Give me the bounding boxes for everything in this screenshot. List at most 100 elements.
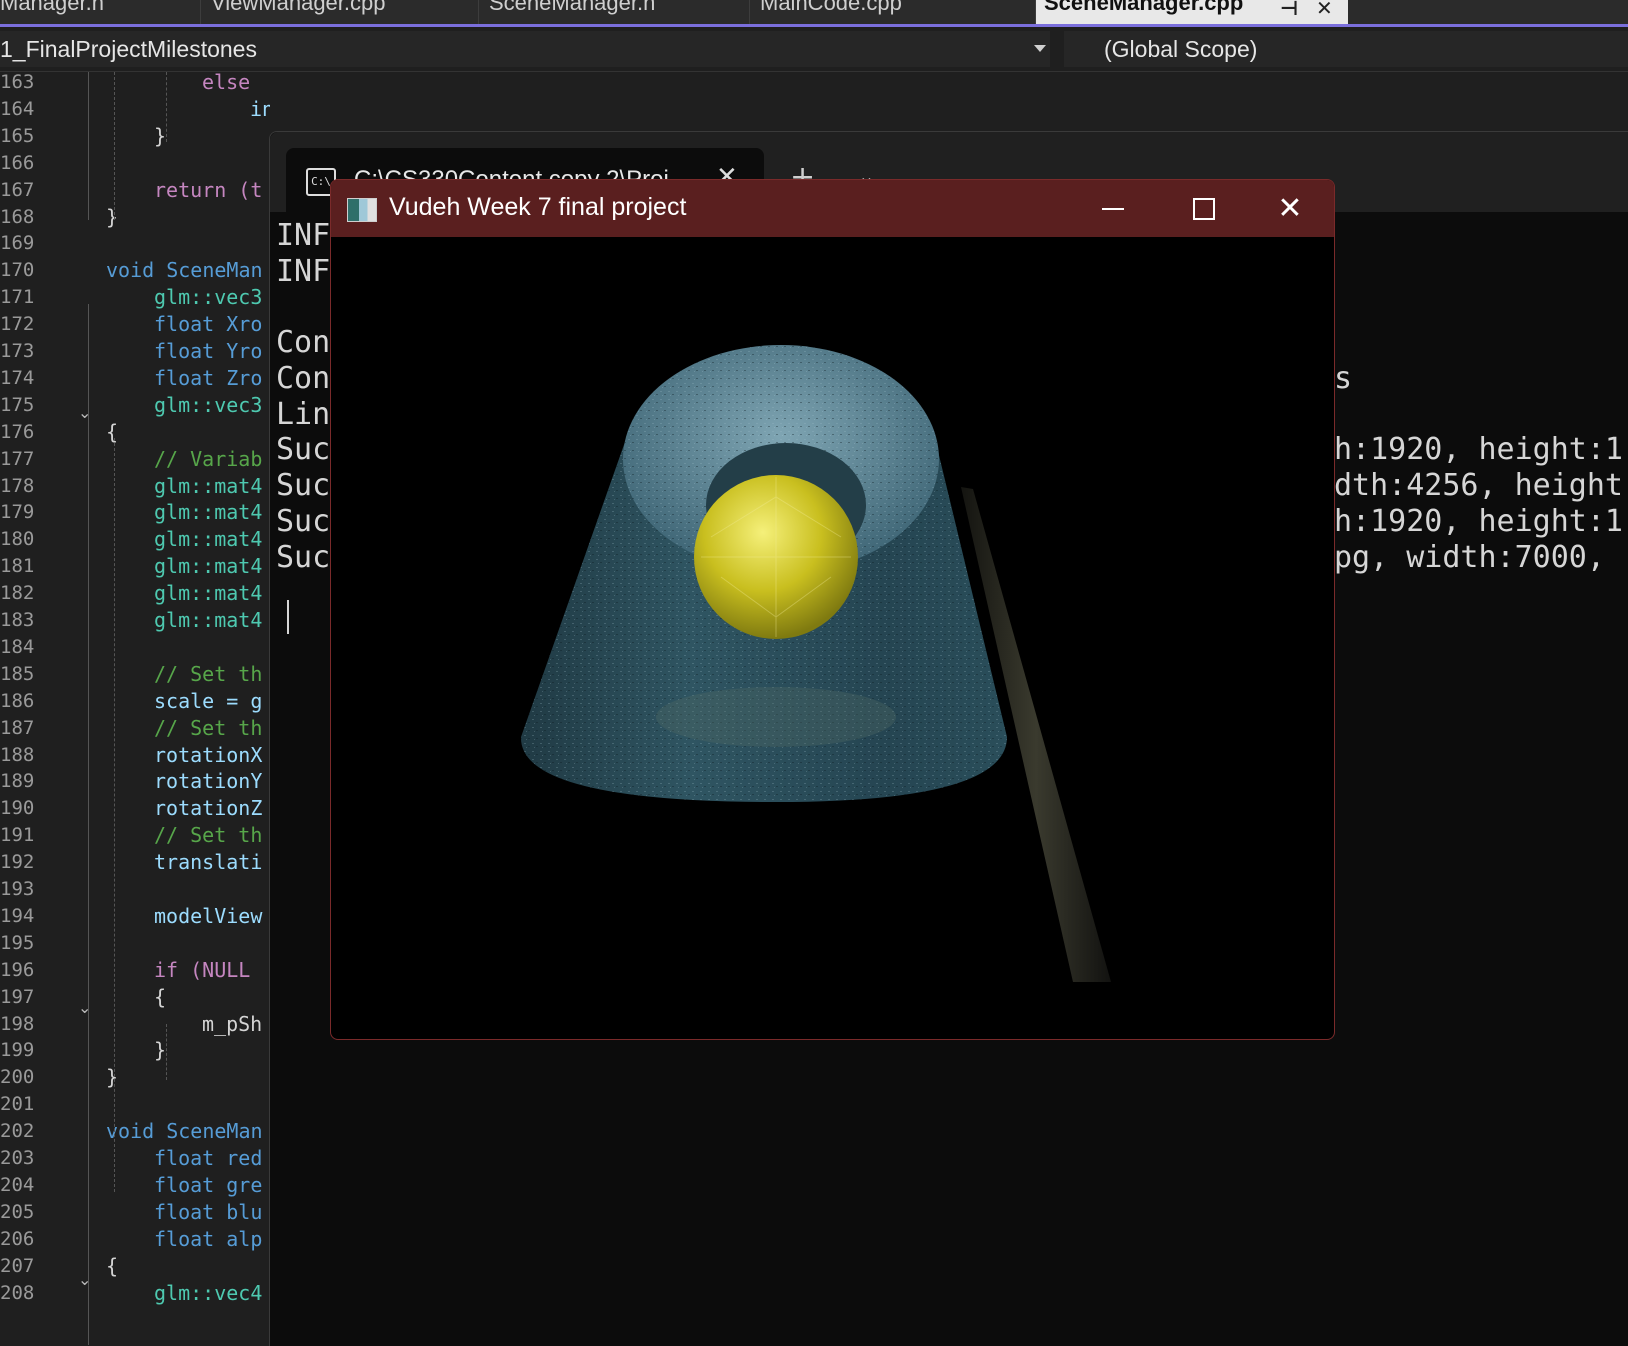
code-line: float Zro: [154, 366, 263, 390]
line-number: 198: [0, 1013, 35, 1035]
code-line: float blu: [154, 1200, 263, 1224]
indent-guide: [166, 1024, 167, 1080]
line-number: 191: [0, 824, 35, 846]
text-cursor: [287, 600, 289, 634]
indent-guide: [114, 72, 115, 220]
code-line: modelView: [154, 904, 263, 928]
line-number: 192: [0, 851, 35, 873]
tab-viewmanager-cpp[interactable]: ViewManager.cpp: [201, 0, 478, 24]
code-line: float gre: [154, 1173, 263, 1197]
line-number: 172: [0, 313, 35, 335]
close-icon[interactable]: ✕: [1316, 0, 1333, 18]
code-line: // Set th: [154, 662, 263, 686]
window-title: Vudeh Week 7 final project: [389, 193, 687, 221]
line-number: 165: [0, 125, 35, 147]
line-number: 199: [0, 1039, 35, 1061]
line-number: 169: [0, 232, 35, 254]
minimize-button[interactable]: [1067, 180, 1157, 237]
line-number: 177: [0, 448, 35, 470]
scope-dropdown[interactable]: (Global Scope): [1064, 31, 1628, 67]
code-line: }: [106, 205, 119, 229]
indent-guide: [114, 438, 115, 1192]
line-number: 181: [0, 555, 35, 577]
line-number: 194: [0, 905, 35, 927]
tab-scenemanager-h[interactable]: SceneManager.h: [479, 0, 749, 24]
code-line: glm::vec4: [154, 1281, 263, 1305]
line-number: 193: [0, 878, 35, 900]
output-line: Con: [276, 325, 331, 360]
code-line: return (t: [154, 178, 263, 202]
code-line: glm::mat4: [154, 474, 263, 498]
tab-label: MainCode.cpp: [760, 0, 902, 15]
code-line: scale = g: [154, 689, 263, 713]
line-number: 207: [0, 1255, 35, 1277]
code-line: float alp: [154, 1227, 263, 1251]
code-line: }: [106, 1065, 119, 1089]
minimize-icon: [1102, 208, 1124, 210]
chevron-down-icon[interactable]: ⌄: [78, 403, 91, 422]
chevron-down-icon[interactable]: ⌄: [78, 998, 91, 1017]
tab-label: SceneManager.cpp: [1044, 0, 1244, 15]
code-line: translati: [154, 850, 263, 874]
code-line: float Yro: [154, 339, 263, 363]
output-line: Suc: [276, 468, 331, 503]
chevron-down-icon[interactable]: ⌄: [78, 1270, 91, 1289]
line-number: 205: [0, 1201, 35, 1223]
line-number: 180: [0, 528, 35, 550]
pin-icon[interactable]: ⊣: [1280, 0, 1298, 18]
line-number: 166: [0, 152, 35, 174]
code-line: // Variab: [154, 447, 263, 471]
output-line: dth:4256, height: [1334, 468, 1623, 503]
line-number: 168: [0, 206, 35, 228]
tab-manager-h[interactable]: Manager.h: [0, 0, 200, 24]
close-button[interactable]: ✕: [1245, 180, 1334, 237]
code-line: m_pSh: [202, 1012, 263, 1036]
opengl-window[interactable]: Vudeh Week 7 final project ✕: [330, 179, 1335, 1040]
line-number: 208: [0, 1282, 35, 1304]
tab-maincode-cpp[interactable]: MainCode.cpp: [750, 0, 1035, 24]
code-line: if (NULL: [154, 958, 263, 982]
code-line: {: [106, 420, 119, 444]
code-line: rotationY: [154, 769, 263, 793]
code-line: glm::mat4: [154, 608, 263, 632]
output-line: Suc: [276, 432, 331, 467]
line-number: 187: [0, 717, 35, 739]
maximize-icon: [1193, 198, 1215, 220]
maximize-button[interactable]: [1157, 180, 1247, 237]
output-line: Lin: [276, 397, 331, 432]
line-number: 176: [0, 421, 35, 443]
output-line: Con: [276, 361, 331, 396]
output-line: INF: [276, 218, 331, 253]
output-line: s: [1334, 361, 1353, 396]
output-line: Suc: [276, 504, 331, 539]
output-line: Suc: [276, 540, 331, 575]
code-line: // Set th: [154, 823, 263, 847]
tab-scenemanager-cpp[interactable]: SceneManager.cpp ⊣ ✕: [1036, 0, 1348, 24]
project-dropdown-label: 1_FinalProjectMilestones: [0, 36, 257, 62]
code-line: glm::vec3: [154, 393, 263, 417]
indent-guide: [88, 1182, 89, 1345]
line-number: 189: [0, 770, 35, 792]
code-line: rotationX: [154, 743, 263, 767]
project-dropdown[interactable]: 1_FinalProjectMilestones: [0, 31, 1050, 67]
code-editor[interactable]: 163 else 164 index++; 165} 166 167 return (t 168…: [0, 72, 270, 1345]
code-line: glm::mat4: [154, 500, 263, 524]
indent-guide: [88, 72, 89, 220]
line-number: 178: [0, 475, 35, 497]
code-line: index++;: [250, 97, 270, 121]
window-titlebar[interactable]: Vudeh Week 7 final project ✕: [331, 180, 1334, 237]
editor-tab-strip: Manager.h ViewManager.cpp SceneManager.h…: [0, 0, 1628, 27]
line-number: 195: [0, 932, 35, 954]
code-line: // Set th: [154, 716, 263, 740]
close-icon: ✕: [1277, 191, 1303, 226]
code-line: else: [202, 72, 251, 94]
line-number: 190: [0, 797, 35, 819]
indent-guide: [166, 72, 167, 142]
chevron-down-icon[interactable]: [1034, 45, 1046, 52]
code-line: void SceneMan: [106, 1119, 263, 1143]
code-line: void SceneMan: [106, 258, 263, 282]
code-line: glm::vec3: [154, 285, 263, 309]
line-number: 164: [0, 98, 35, 120]
code-line: float red: [154, 1146, 263, 1170]
code-line: rotationZ: [154, 796, 263, 820]
